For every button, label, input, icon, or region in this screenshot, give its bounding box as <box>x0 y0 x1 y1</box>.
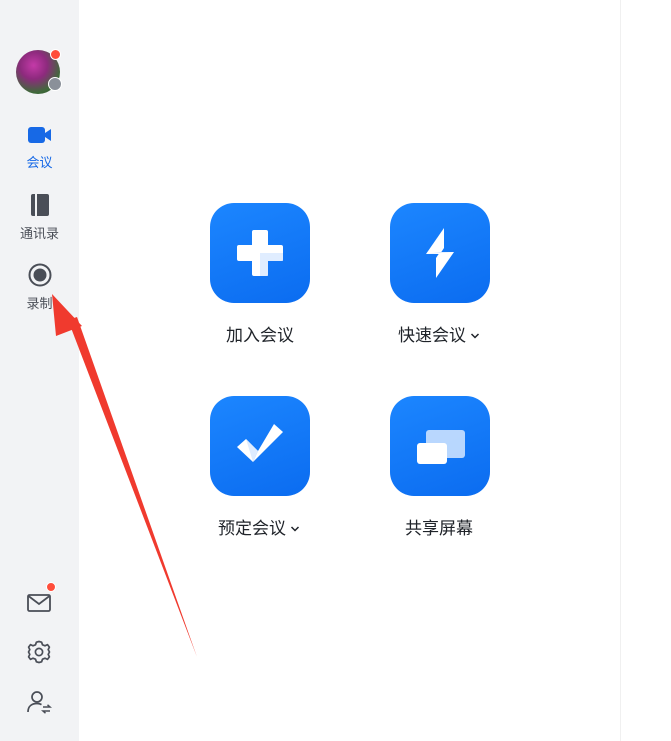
notification-dot <box>50 49 61 60</box>
contacts-book-icon <box>30 194 49 216</box>
sidebar-item-label: 会议 <box>26 156 53 171</box>
sidebar: 会议 通讯录 录制 <box>0 0 79 741</box>
join-meeting-label[interactable]: 加入会议 <box>226 321 294 346</box>
sidebar-item-label: 录制 <box>26 297 53 312</box>
schedule-meeting-button[interactable] <box>210 396 310 496</box>
mail-button[interactable] <box>24 582 56 618</box>
plus-icon <box>237 230 283 276</box>
share-screen-button[interactable] <box>390 396 490 496</box>
quick-meeting-label: 快速会议 <box>398 326 466 346</box>
annotation-arrow-icon <box>52 294 197 657</box>
sidebar-item-recording[interactable]: 录制 <box>0 263 79 312</box>
avatar[interactable] <box>16 49 62 94</box>
quick-meeting-button[interactable] <box>390 203 490 303</box>
settings-button[interactable] <box>24 637 54 667</box>
schedule-meeting-label: 预定会议 <box>218 519 286 539</box>
sidebar-item-contacts[interactable]: 通讯录 <box>0 193 79 242</box>
record-circle-icon <box>28 263 51 287</box>
divider <box>620 0 621 741</box>
checkmark-icon <box>237 424 283 462</box>
share-screen-label[interactable]: 共享屏幕 <box>405 514 473 539</box>
join-meeting-button[interactable] <box>210 203 310 303</box>
sidebar-item-label: 通讯录 <box>19 227 59 242</box>
schedule-meeting-dropdown[interactable]: 预定会议 <box>218 514 300 539</box>
lightning-icon <box>426 228 454 278</box>
chevron-down-icon <box>290 526 300 532</box>
gear-icon <box>27 640 51 664</box>
chevron-down-icon <box>470 333 480 339</box>
quick-meeting-dropdown[interactable]: 快速会议 <box>398 321 480 346</box>
notification-dot <box>46 582 56 592</box>
share-screen-icon <box>417 430 465 464</box>
switch-account-icon <box>27 691 52 714</box>
mail-icon <box>27 594 51 612</box>
switch-account-button[interactable] <box>24 687 54 717</box>
status-badge <box>48 77 62 91</box>
video-camera-icon <box>27 127 51 143</box>
sidebar-item-meetings[interactable]: 会议 <box>0 124 79 171</box>
